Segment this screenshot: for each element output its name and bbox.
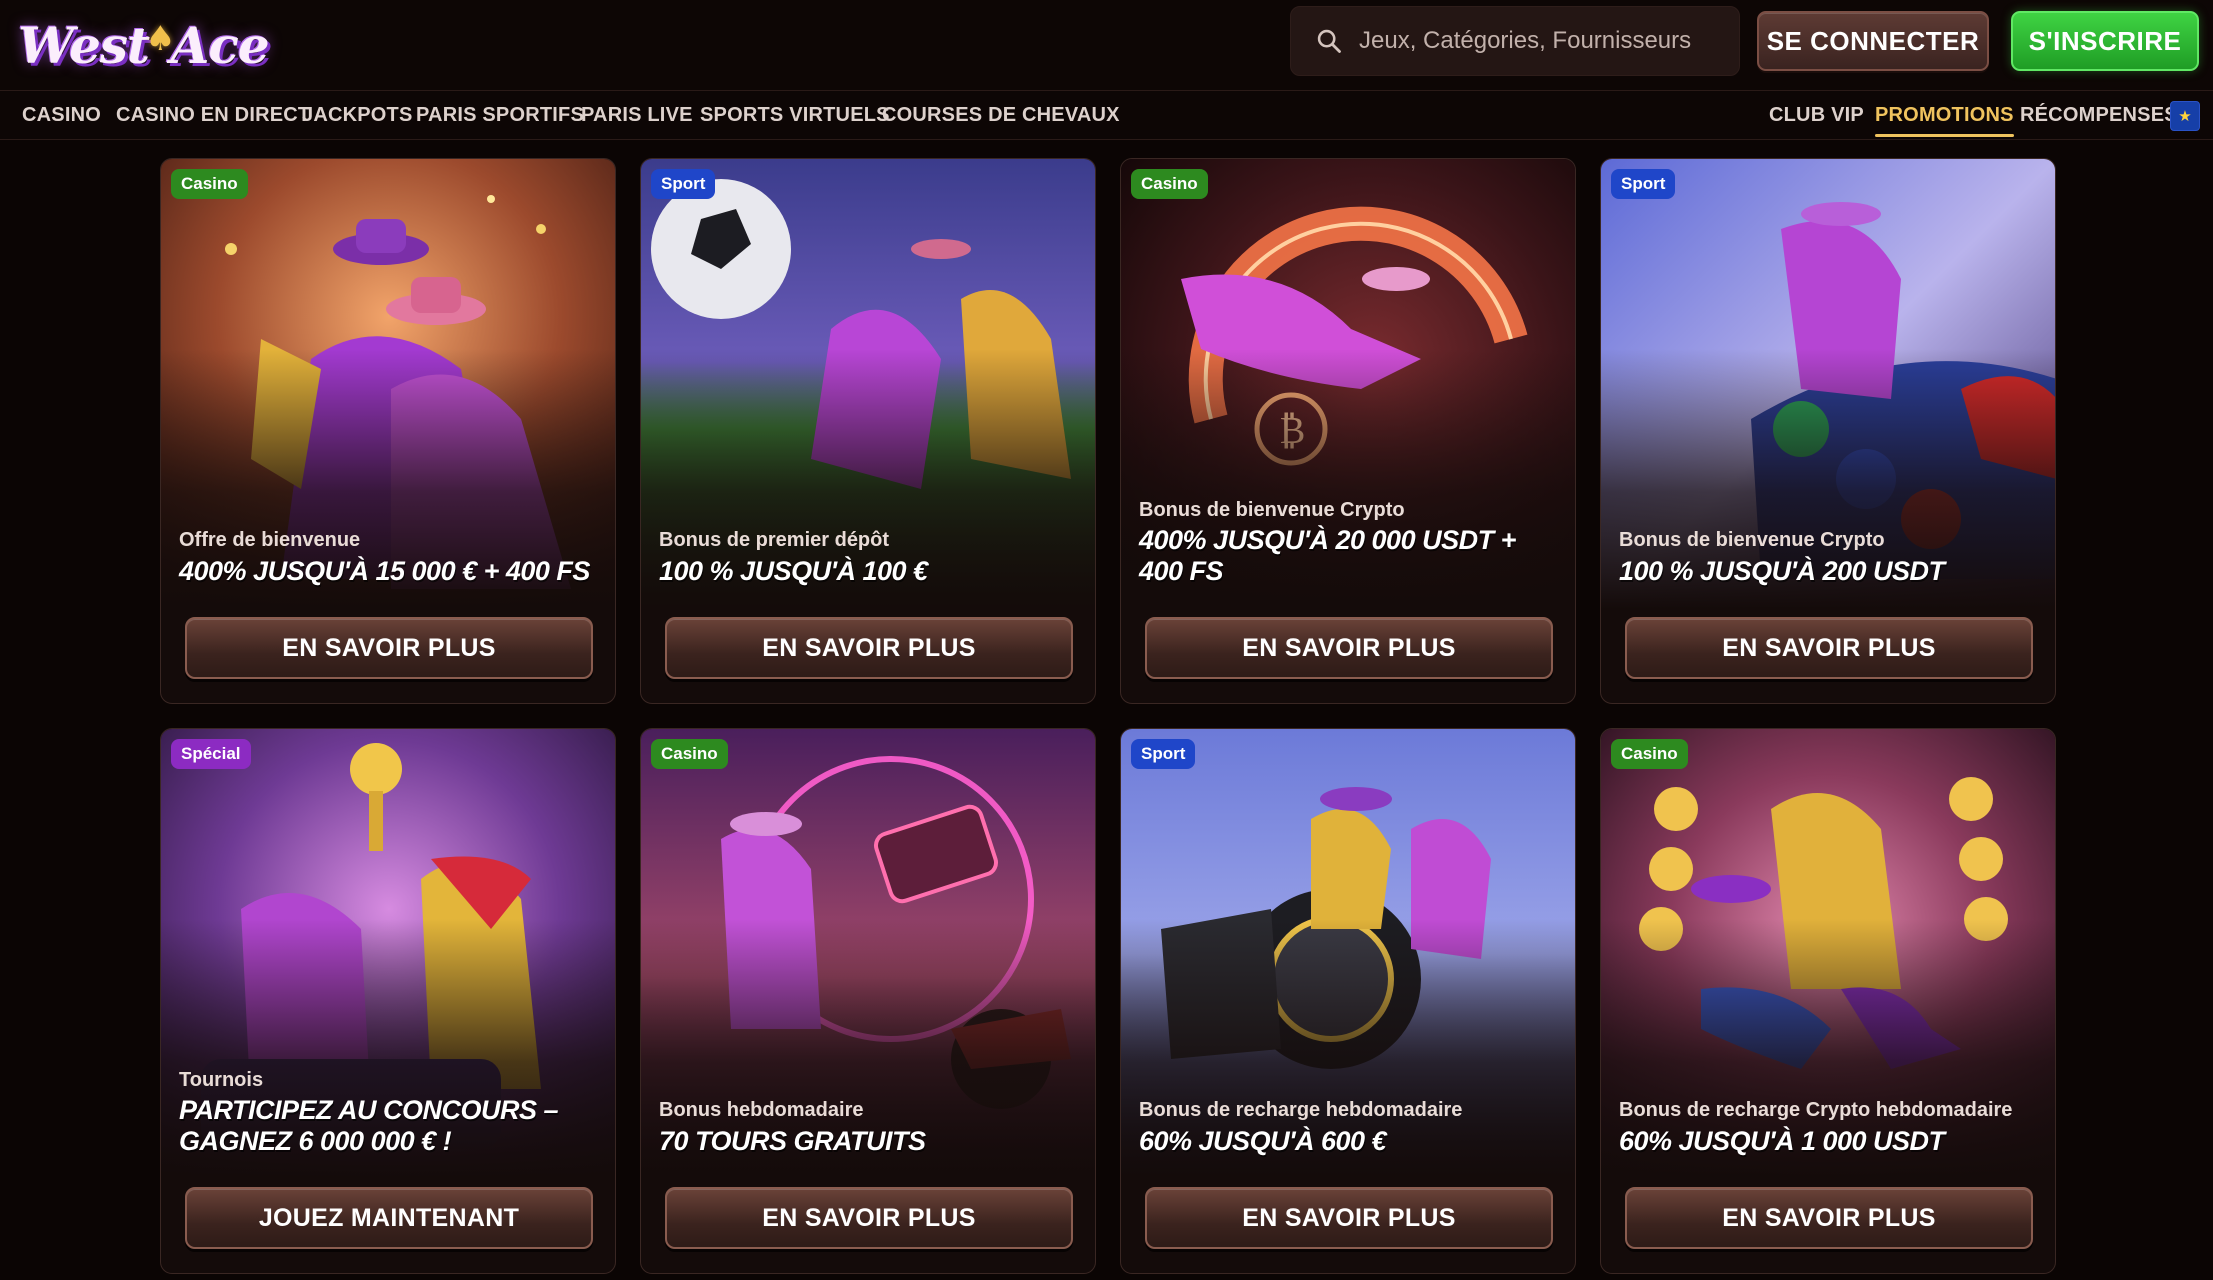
promo-card[interactable]: ₿ Casino Bonus de bienvenue Crypto 400% …: [1120, 158, 1576, 704]
west-ace-logo[interactable]: West ♠ Ace: [18, 8, 270, 82]
promo-title: 400% JUSQU'À 15 000 € + 400 FS: [179, 556, 590, 586]
nav-sports-betting[interactable]: PARIS SPORTIFS: [416, 91, 584, 139]
nav-promotions[interactable]: PROMOTIONS: [1875, 91, 2014, 139]
promo-subtitle: Bonus de recharge Crypto hebdomadaire: [1619, 1099, 2013, 1121]
search-input[interactable]: [1357, 26, 1737, 56]
learn-more-button[interactable]: EN SAVOIR PLUS: [1625, 1187, 2033, 1249]
learn-more-button[interactable]: EN SAVOIR PLUS: [1145, 1187, 1553, 1249]
nav-live-betting[interactable]: PARIS LIVE: [581, 91, 693, 139]
promo-subtitle: Tournois: [179, 1069, 264, 1091]
category-tag: Sport: [1131, 739, 1196, 769]
nav-vip-club[interactable]: CLUB VIP: [1769, 91, 1864, 139]
promo-title: 60% JUSQU'À 1 000 USDT: [1619, 1126, 1945, 1156]
promo-subtitle: Bonus de bienvenue Crypto: [1619, 529, 1885, 551]
logo-text-west: West: [18, 15, 150, 75]
promo-card[interactable]: Sport Bonus de premier dépôt 100 % JUSQU…: [640, 158, 1096, 704]
promo-subtitle: Bonus de premier dépôt: [659, 529, 890, 551]
category-tag: Spécial: [171, 739, 251, 769]
logo-text-ace: Ace: [170, 15, 270, 75]
nav-rewards[interactable]: RÉCOMPENSES: [2020, 91, 2178, 139]
nav-horse-racing[interactable]: COURSES DE CHEVAUX: [882, 91, 1120, 139]
play-now-button[interactable]: JOUEZ MAINTENANT: [185, 1187, 593, 1249]
promo-card[interactable]: Sport Bonus de recharge hebdomadaire 60%…: [1120, 728, 1576, 1274]
spade-icon: ♠: [145, 19, 176, 59]
search-icon: [1317, 29, 1341, 53]
promo-title: 60% JUSQU'À 600 €: [1139, 1126, 1387, 1156]
category-tag: Casino: [651, 739, 728, 769]
learn-more-button[interactable]: EN SAVOIR PLUS: [1625, 617, 2033, 679]
learn-more-button[interactable]: EN SAVOIR PLUS: [665, 1187, 1073, 1249]
learn-more-button[interactable]: EN SAVOIR PLUS: [665, 617, 1073, 679]
nav-virtual-sports[interactable]: SPORTS VIRTUELS: [700, 91, 890, 139]
category-tag: Casino: [1131, 169, 1208, 199]
promo-subtitle: Offre de bienvenue: [179, 529, 361, 551]
promo-card[interactable]: Casino Offre de bienvenue 400% JUSQU'À 1…: [160, 158, 616, 704]
category-tag: Sport: [651, 169, 716, 199]
site-header: West♠Ace SE CONNECTER S'INSCRIRE: [0, 0, 2213, 90]
nav-casino[interactable]: CASINO: [22, 91, 101, 139]
promo-subtitle: Bonus de bienvenue Crypto: [1139, 499, 1405, 521]
search-box[interactable]: [1290, 6, 1740, 76]
language-flag-icon[interactable]: ★: [2170, 101, 2200, 131]
promo-title: 100 % JUSQU'À 100 €: [659, 556, 928, 586]
promo-card[interactable]: Casino Bonus hebdomadaire 70 TOURS GRATU…: [640, 728, 1096, 1274]
signup-button[interactable]: S'INSCRIRE: [2011, 11, 2199, 71]
login-button[interactable]: SE CONNECTER: [1757, 11, 1989, 71]
category-tag: Sport: [1611, 169, 1676, 199]
promo-card[interactable]: Casino Bonus de recharge Crypto hebdomad…: [1600, 728, 2056, 1274]
promo-subtitle: Bonus de recharge hebdomadaire: [1139, 1099, 1463, 1121]
promo-subtitle: Bonus hebdomadaire: [659, 1099, 864, 1121]
category-tag: Casino: [171, 169, 248, 199]
promo-title: PARTICIPEZ AU CONCOURS – GAGNEZ 6 000 00…: [179, 1095, 559, 1156]
svg-text:₿: ₿: [1279, 408, 1305, 452]
category-tag: Casino: [1611, 739, 1688, 769]
promo-title: 400% JUSQU'À 20 000 USDT + 400 FS: [1139, 525, 1516, 586]
learn-more-button[interactable]: EN SAVOIR PLUS: [185, 617, 593, 679]
main-nav: CASINO CASINO EN DIRECT JACKPOTS PARIS S…: [0, 90, 2213, 140]
nav-live-casino[interactable]: CASINO EN DIRECT: [116, 91, 310, 139]
learn-more-button[interactable]: EN SAVOIR PLUS: [1145, 617, 1553, 679]
promo-card[interactable]: Spécial Tournois PARTICIPEZ AU CONCOURS …: [160, 728, 616, 1274]
promo-title: 70 TOURS GRATUITS: [659, 1126, 926, 1156]
promo-card[interactable]: Sport Bonus de bienvenue Crypto 100 % JU…: [1600, 158, 2056, 704]
nav-jackpots[interactable]: JACKPOTS: [302, 91, 413, 139]
promotions-grid: Casino Offre de bienvenue 400% JUSQU'À 1…: [160, 158, 2056, 1280]
promo-title: 100 % JUSQU'À 200 USDT: [1619, 556, 1945, 586]
